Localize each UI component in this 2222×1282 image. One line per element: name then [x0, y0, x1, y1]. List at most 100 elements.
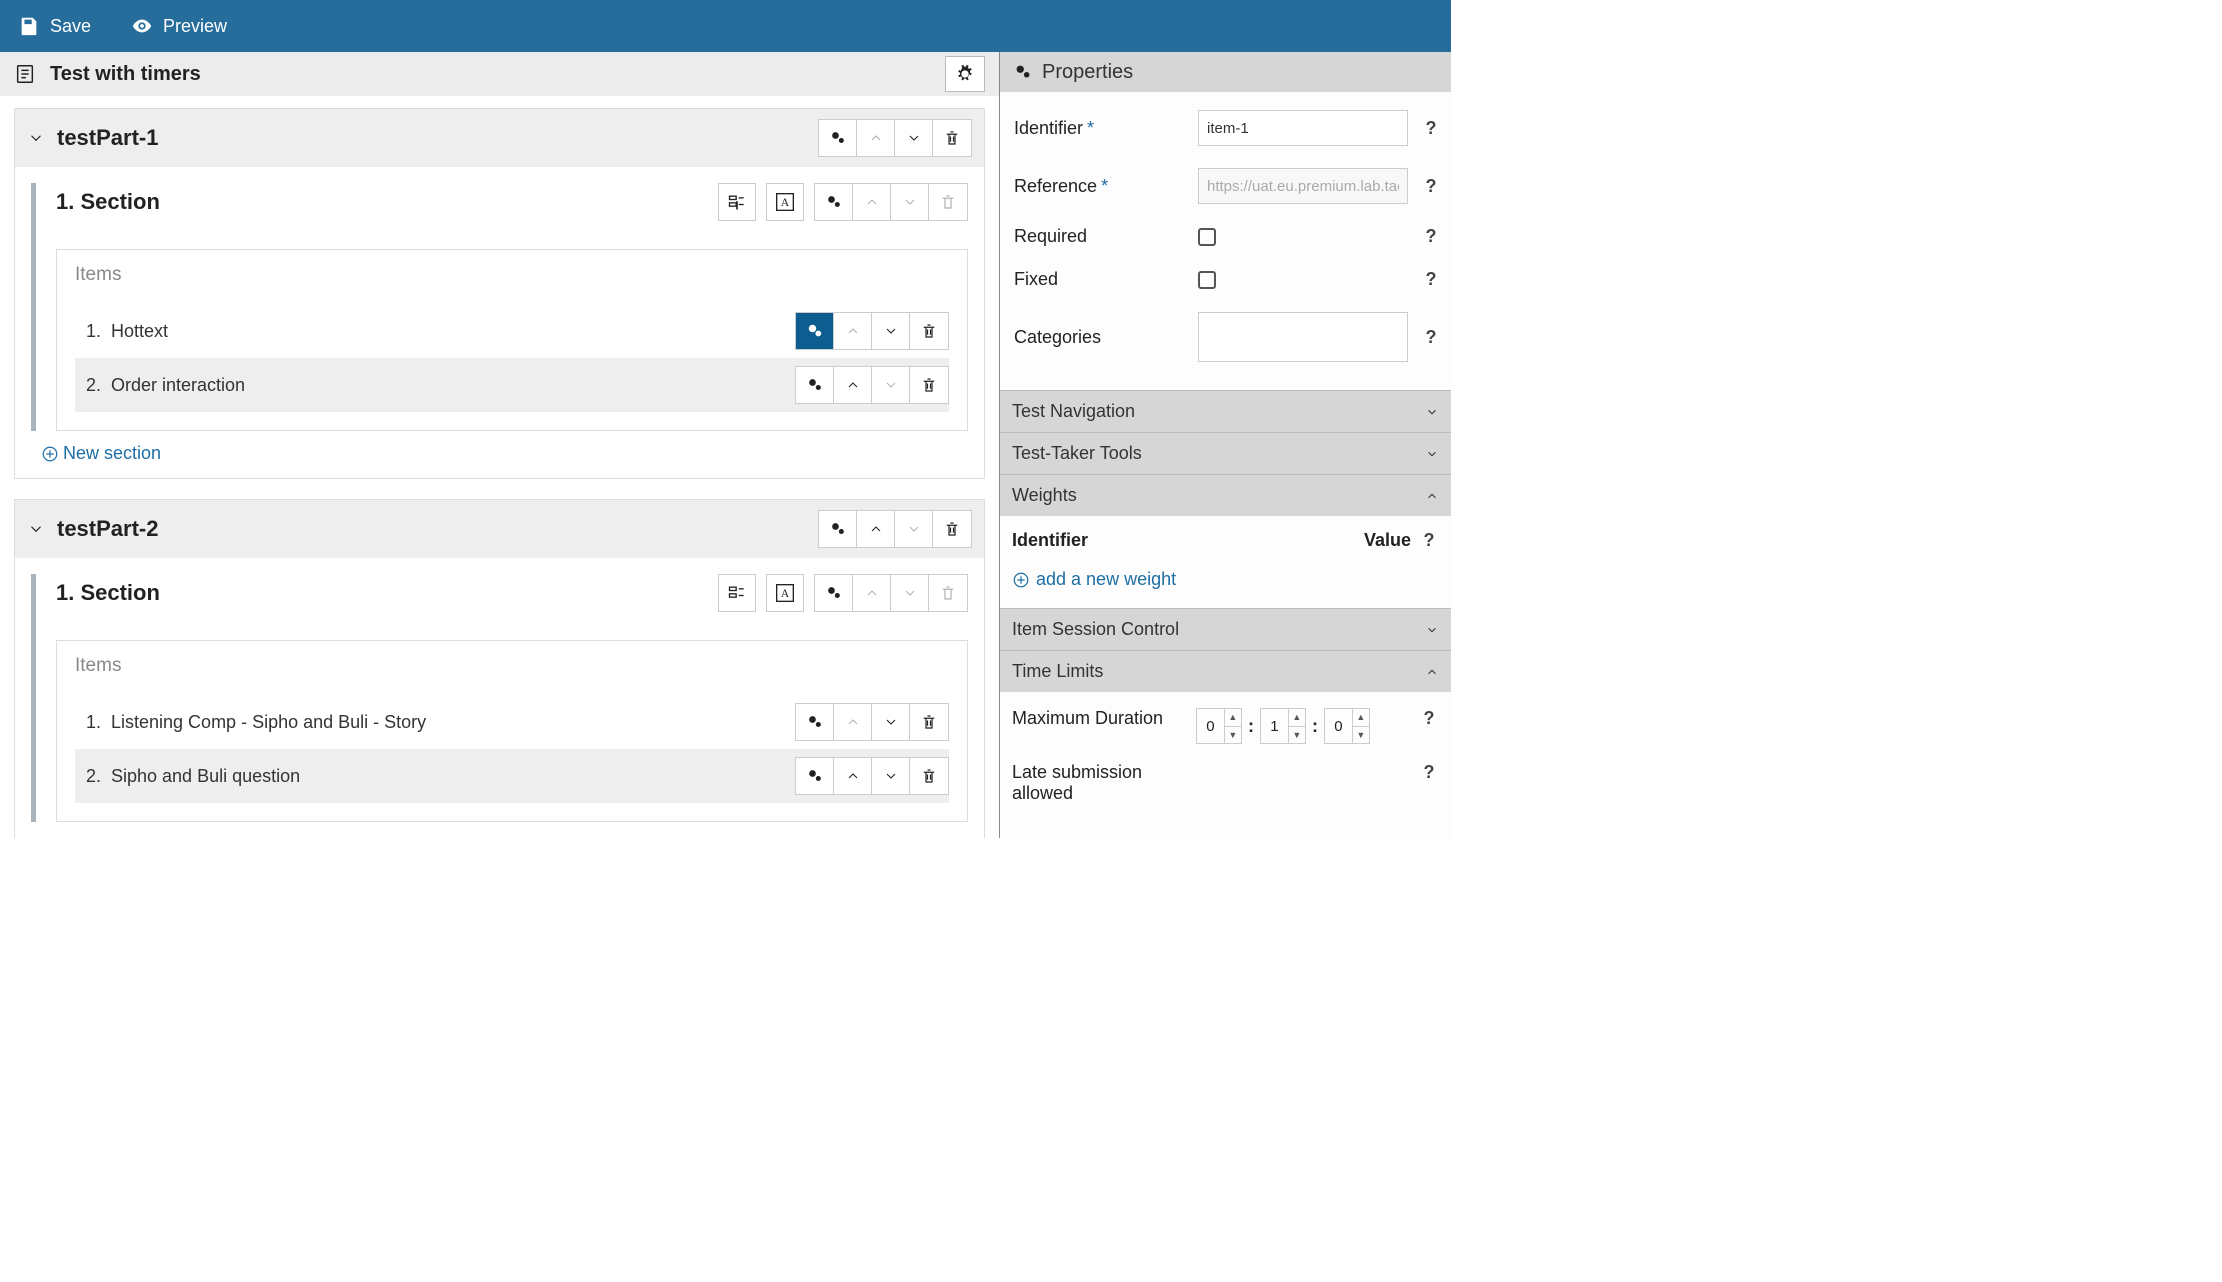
fixed-checkbox[interactable] — [1198, 271, 1216, 289]
help-button[interactable]: ? — [1419, 530, 1439, 551]
rubric-icon — [727, 583, 747, 603]
weights-col-value: Value — [1364, 530, 1411, 551]
item-settings-button[interactable] — [796, 758, 834, 794]
add-weight-button[interactable]: add a new weight — [1012, 569, 1439, 590]
gears-icon — [805, 712, 825, 732]
editor-main: Test with timers testPart-1 — [0, 52, 1000, 838]
plus-circle-icon — [1012, 571, 1030, 589]
fixed-label: Fixed — [1014, 269, 1198, 290]
chevron-up-icon — [1425, 489, 1439, 503]
spin-down[interactable]: ▼ — [1225, 727, 1241, 744]
accordion-test-navigation[interactable]: Test Navigation — [1000, 390, 1451, 432]
properties-header: Properties — [1000, 52, 1451, 92]
spin-up[interactable]: ▲ — [1289, 709, 1305, 727]
trash-icon — [943, 129, 961, 147]
item-delete-button[interactable] — [910, 367, 948, 403]
chevron-down-icon[interactable] — [27, 520, 45, 538]
item-delete-button[interactable] — [910, 758, 948, 794]
duration-seconds-input[interactable]: 0▲▼ — [1324, 708, 1370, 744]
new-section-button[interactable]: New section — [31, 439, 968, 468]
test-settings-button[interactable] — [945, 56, 985, 92]
chevron-up-icon — [845, 377, 861, 393]
top-toolbar: Save Preview — [0, 0, 1451, 52]
item-index: 1. — [75, 712, 101, 733]
section-text-button[interactable]: A — [766, 183, 804, 221]
help-button[interactable]: ? — [1419, 762, 1439, 783]
item-settings-button[interactable] — [796, 313, 834, 349]
accordion-item-session-control[interactable]: Item Session Control — [1000, 608, 1451, 650]
chevron-up-icon — [845, 323, 861, 339]
item-move-down-button[interactable] — [872, 758, 910, 794]
part-delete-button[interactable] — [933, 120, 971, 156]
categories-input[interactable] — [1198, 312, 1408, 362]
weights-section: Identifier Value ? add a new weight — [1000, 516, 1451, 608]
chevron-up-icon — [868, 130, 884, 146]
section-text-button[interactable]: A — [766, 574, 804, 612]
part-settings-button[interactable] — [819, 120, 857, 156]
section-title: 1. Section — [56, 189, 160, 215]
trash-icon — [920, 322, 938, 340]
accordion-time-limits[interactable]: Time Limits — [1000, 650, 1451, 692]
section-rubric-button[interactable] — [718, 574, 756, 612]
chevron-down-icon[interactable] — [27, 129, 45, 147]
spin-down[interactable]: ▼ — [1353, 727, 1369, 744]
item-row[interactable]: 1. Hottext — [75, 304, 949, 358]
chevron-down-icon — [902, 585, 918, 601]
part-title: testPart-1 — [57, 125, 158, 151]
item-delete-button[interactable] — [910, 704, 948, 740]
help-button[interactable]: ? — [1421, 118, 1441, 139]
item-row[interactable]: 2. Order interaction — [75, 358, 949, 412]
trash-icon — [920, 376, 938, 394]
section-toolbar — [814, 183, 968, 221]
accordion-test-taker-tools[interactable]: Test-Taker Tools — [1000, 432, 1451, 474]
section-settings-button[interactable] — [815, 184, 853, 220]
save-button[interactable]: Save — [18, 15, 91, 37]
chevron-up-icon — [845, 714, 861, 730]
save-icon — [18, 15, 40, 37]
rubric-icon — [727, 192, 747, 212]
spin-down[interactable]: ▼ — [1289, 727, 1305, 744]
identifier-input[interactable] — [1198, 110, 1408, 146]
item-move-down-button[interactable] — [872, 704, 910, 740]
section-rubric-button[interactable] — [718, 183, 756, 221]
help-button[interactable]: ? — [1421, 176, 1441, 197]
late-submission-label: Late submission allowed — [1012, 762, 1196, 804]
item-settings-button[interactable] — [796, 367, 834, 403]
section-settings-button[interactable] — [815, 575, 853, 611]
item-delete-button[interactable] — [910, 313, 948, 349]
spin-up[interactable]: ▲ — [1225, 709, 1241, 727]
gears-icon — [828, 128, 848, 148]
accordion-weights[interactable]: Weights — [1000, 474, 1451, 516]
item-name: Order interaction — [111, 375, 795, 396]
add-weight-label: add a new weight — [1036, 569, 1176, 590]
required-star: * — [1101, 176, 1108, 196]
help-button[interactable]: ? — [1421, 269, 1441, 290]
part-delete-button[interactable] — [933, 511, 971, 547]
item-move-down-button — [872, 367, 910, 403]
preview-button[interactable]: Preview — [131, 15, 227, 37]
item-move-down-button[interactable] — [872, 313, 910, 349]
item-name: Listening Comp - Sipho and Buli - Story — [111, 712, 795, 733]
duration-minutes-input[interactable]: 1▲▼ — [1260, 708, 1306, 744]
item-move-up-button[interactable] — [834, 758, 872, 794]
item-row[interactable]: 1. Listening Comp - Sipho and Buli - Sto… — [75, 695, 949, 749]
help-button[interactable]: ? — [1421, 226, 1441, 247]
part-settings-button[interactable] — [819, 511, 857, 547]
categories-label: Categories — [1014, 327, 1198, 348]
required-checkbox[interactable] — [1198, 228, 1216, 246]
help-button[interactable]: ? — [1419, 708, 1439, 729]
help-button[interactable]: ? — [1421, 327, 1441, 348]
spin-up[interactable]: ▲ — [1353, 709, 1369, 727]
item-row[interactable]: 2. Sipho and Buli question — [75, 749, 949, 803]
test-title-bar: Test with timers — [0, 52, 999, 96]
item-name: Sipho and Buli question — [111, 766, 795, 787]
item-settings-button[interactable] — [796, 704, 834, 740]
duration-hours-input[interactable]: 0▲▼ — [1196, 708, 1242, 744]
svg-text:A: A — [781, 587, 790, 600]
preview-label: Preview — [163, 16, 227, 37]
gears-icon — [805, 321, 825, 341]
part-move-down-button[interactable] — [895, 120, 933, 156]
part-move-up-button[interactable] — [857, 511, 895, 547]
items-container: Items 1. Listening Comp - Sipho and Buli… — [56, 640, 968, 822]
item-move-up-button[interactable] — [834, 367, 872, 403]
